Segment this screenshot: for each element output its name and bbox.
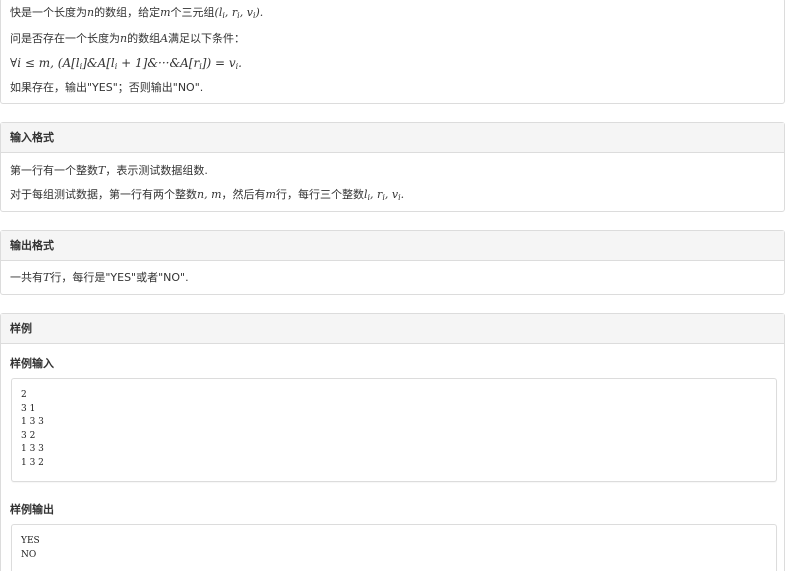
sample-input-line: 3 2 [21, 430, 36, 441]
triple-math: li, ri, vi. [364, 188, 405, 202]
input-format-title: 输入格式 [1, 123, 784, 153]
input-format-line-1: 第一行有一个整数T，表示测试数据组数. [10, 163, 208, 179]
sample-input-line: 3 1 [21, 403, 36, 414]
sample-input-title: 样例输入 [10, 357, 54, 370]
math-part: ∀i ≤ m, (A[l [10, 56, 80, 70]
text: 满足以下条件： [168, 32, 246, 45]
text: 一共有 [10, 271, 43, 284]
output-format-title: 输出格式 [1, 231, 784, 261]
math-part: . [400, 188, 405, 201]
math-part: , r [224, 6, 238, 19]
output-format-card: 输出格式 一共有T行，每行是"YES"或者"NO". [0, 230, 785, 295]
math-part: , v [384, 188, 399, 201]
math-var: n, m [197, 188, 222, 201]
text: ，然后有 [221, 188, 266, 201]
sample-input-line: 1 3 3 [21, 444, 44, 455]
math-var: A [160, 32, 169, 45]
description-card: 快是一个长度为n的数组，给定m个三元组(li, ri, vi). 问是否存在一个… [0, 0, 785, 104]
text: 对于每组测试数据，第一行有两个整数 [10, 188, 197, 201]
output-format-line-1: 一共有T行，每行是"YES"或者"NO". [10, 270, 189, 286]
text: 第一行有一个整数 [10, 164, 98, 177]
text: 行，每行三个整数 [275, 188, 364, 201]
math-part: ). [255, 6, 264, 19]
input-format-line-2: 对于每组测试数据，第一行有两个整数n, m，然后有m行，每行三个整数li, ri… [10, 187, 404, 206]
sample-input-box[interactable]: 2 3 1 1 3 3 3 2 1 3 3 1 3 2 [11, 378, 777, 482]
sample-output-box[interactable]: YES NO [11, 524, 777, 571]
math-part: ]) = v [201, 56, 236, 70]
description-line-4: 如果存在，输出"YES"；否则输出"NO". [10, 80, 203, 96]
text: 如果存在，输出"YES"；否则输出"NO". [10, 81, 204, 94]
problem-page: 快是一个长度为n的数组，给定m个三元组(li, ri, vi). 问是否存在一个… [0, 0, 787, 571]
text: 问是否存在一个长度为 [10, 32, 120, 45]
sample-output-line: YES [21, 536, 40, 546]
input-format-card: 输入格式 第一行有一个整数T，表示测试数据组数. 对于每组测试数据，第一行有两个… [0, 122, 785, 212]
sample-input-line: 1 3 3 [21, 417, 44, 428]
sample-card: 样例 样例输入 2 3 1 1 3 3 3 2 1 3 3 1 3 2 样例输出… [0, 313, 785, 571]
sample-title: 样例 [1, 314, 784, 344]
math-part: , r [370, 188, 383, 201]
description-line-2: 问是否存在一个长度为n的数组A满足以下条件： [10, 31, 245, 47]
math-var: m [265, 188, 276, 201]
description-line-1: 快是一个长度为n的数组，给定m个三元组(li, ri, vi). [10, 5, 263, 24]
math-var: m [160, 6, 171, 19]
math-part: , v [239, 6, 253, 19]
sample-output-title: 样例输出 [10, 503, 54, 516]
sample-input-line: 1 3 2 [21, 457, 44, 468]
text: 的数组 [127, 32, 161, 45]
sample-input-line: 2 [21, 390, 27, 400]
text: 快是一个长度为 [10, 6, 87, 19]
text: 的数组，给定 [94, 6, 161, 19]
triple-math: (li, ri, vi). [215, 6, 264, 20]
math-part: + 1]&···&A[r [117, 56, 200, 70]
text: ，表示测试数据组数. [105, 164, 208, 177]
math-part: . [238, 56, 242, 70]
condition-formula: ∀i ≤ m, (A[li]&A[li + 1]&···&A[ri]) = vi… [10, 55, 242, 75]
text: 行，每行是"YES"或者"NO". [50, 271, 189, 284]
text: 个三元组 [170, 6, 215, 19]
math-part: ]&A[l [82, 56, 115, 70]
sample-output-line: NO [21, 549, 37, 560]
